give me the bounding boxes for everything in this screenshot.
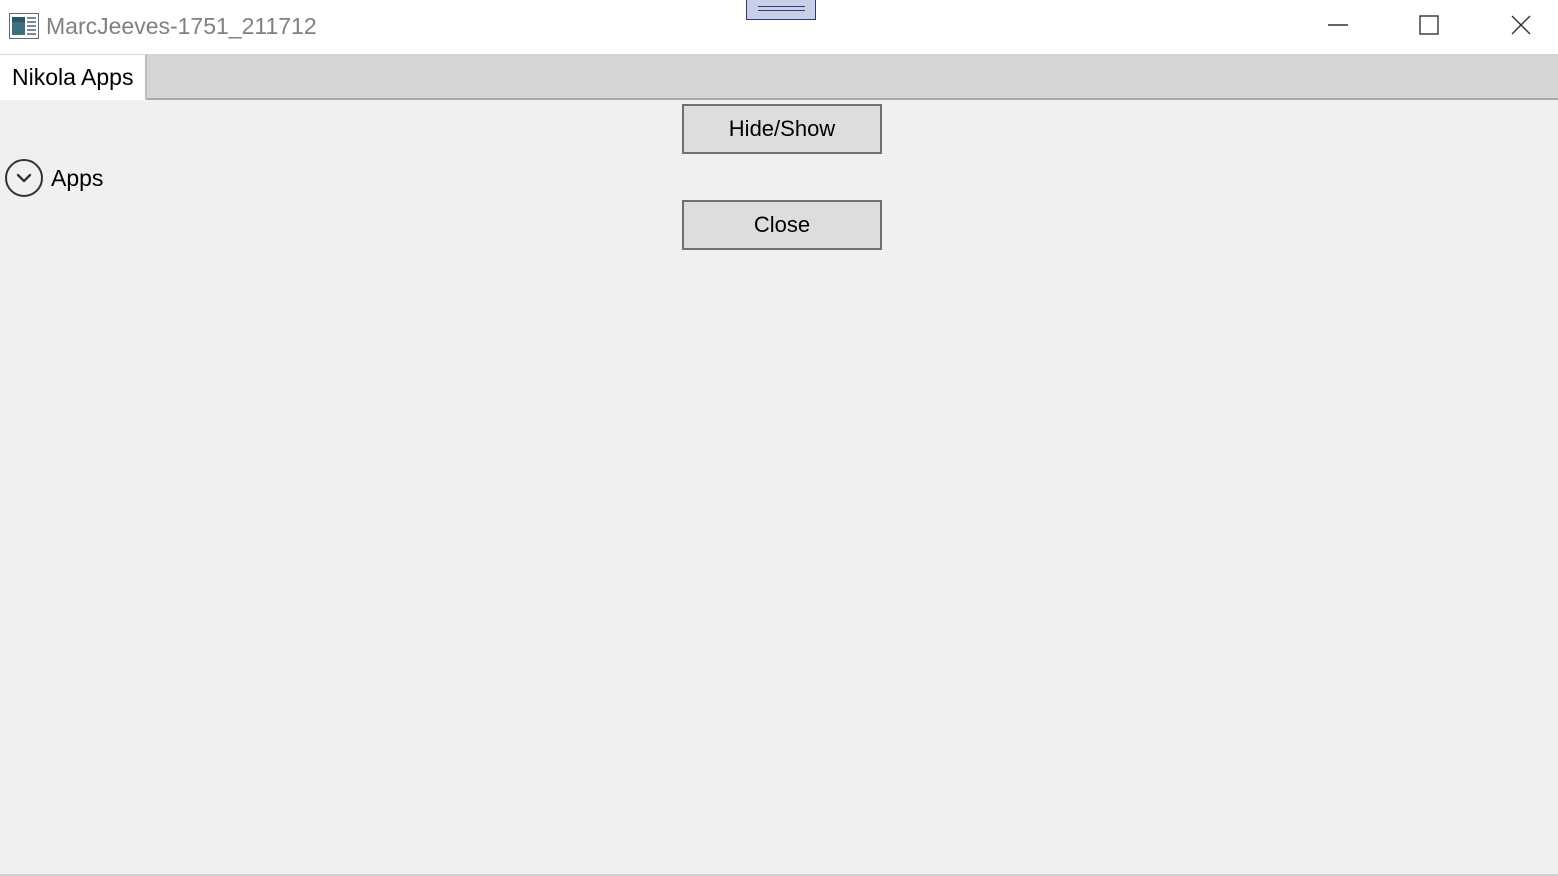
maximize-icon <box>1419 15 1439 35</box>
title-bar[interactable]: MarcJeeves-1751_211712 <box>0 0 1558 54</box>
tab-nikola-apps[interactable]: Nikola Apps <box>0 55 148 100</box>
minimize-button[interactable] <box>1293 0 1383 50</box>
apps-expander[interactable]: Apps <box>4 158 103 198</box>
grip-handle-icon[interactable] <box>746 0 816 20</box>
chevron-down-circle-icon[interactable] <box>4 158 44 198</box>
close-button[interactable]: Close <box>682 200 882 250</box>
tab-strip: Nikola Apps <box>0 54 1558 100</box>
close-icon <box>1511 15 1531 35</box>
close-window-button[interactable] <box>1476 0 1558 50</box>
app-window-icon <box>9 13 39 39</box>
expander-label: Apps <box>51 165 104 191</box>
minimize-icon <box>1328 24 1348 26</box>
maximize-button[interactable] <box>1384 0 1474 50</box>
hide-show-button[interactable]: Hide/Show <box>682 104 882 154</box>
window-title: MarcJeeves-1751_211712 <box>46 13 317 39</box>
app-window: MarcJeeves-1751_211712 Nikola Apps Hide/… <box>0 0 1558 876</box>
